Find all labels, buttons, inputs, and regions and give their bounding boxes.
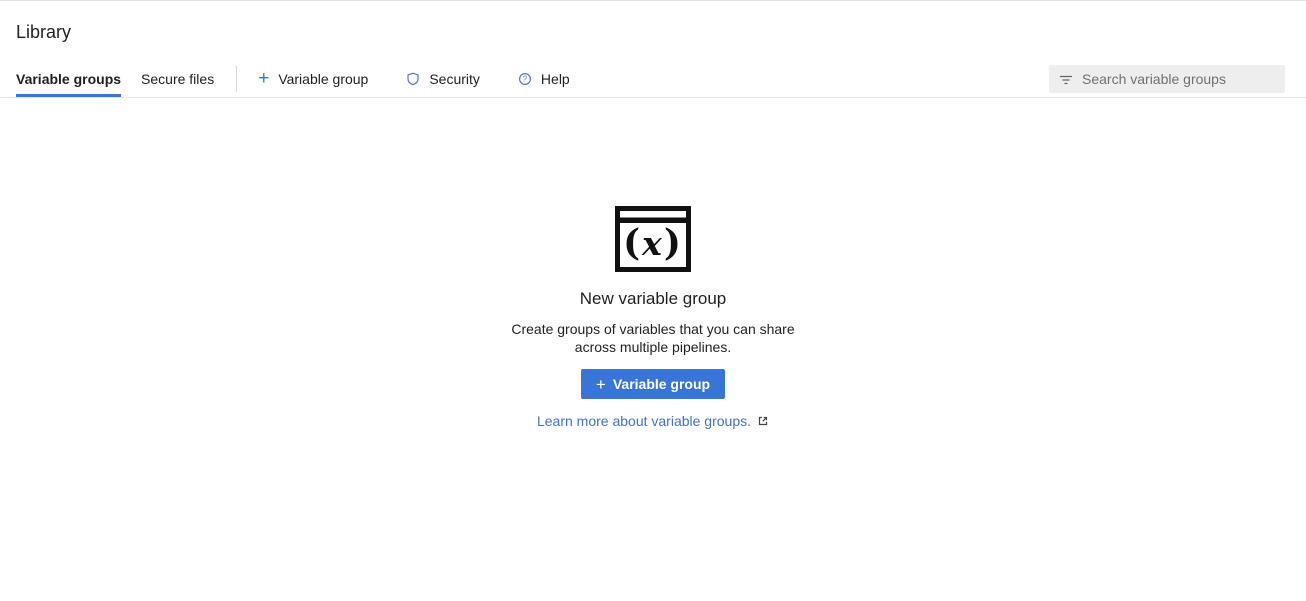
svg-text:?: ?	[523, 74, 528, 83]
search-input[interactable]	[1082, 71, 1275, 87]
empty-state-title: New variable group	[580, 289, 726, 309]
empty-state: (x) New variable group Create groups of …	[0, 206, 1306, 429]
security-label: Security	[429, 71, 480, 87]
search-box[interactable]	[1049, 65, 1285, 93]
shield-icon	[406, 72, 420, 86]
primary-button-label: Variable group	[613, 376, 710, 392]
add-variable-group-button[interactable]: + Variable group	[258, 60, 368, 97]
description-line-2: across multiple pipelines.	[575, 339, 731, 355]
library-page: Library Variable groups Secure files + V…	[0, 0, 1306, 601]
tab-variable-groups[interactable]: Variable groups	[16, 60, 121, 97]
security-button[interactable]: Security	[406, 60, 480, 97]
external-link-icon	[757, 415, 769, 427]
page-header: Library	[0, 1, 1306, 43]
learn-more-label: Learn more about variable groups.	[537, 413, 751, 429]
variable-group-primary-button[interactable]: + Variable group	[581, 369, 725, 399]
page-title: Library	[16, 21, 1290, 43]
tab-secure-files-label: Secure files	[141, 71, 214, 87]
plus-icon: +	[258, 72, 269, 86]
tab-command-bar: Variable groups Secure files + Variable …	[0, 60, 1306, 98]
help-icon: ?	[518, 72, 532, 86]
plus-icon: +	[596, 377, 606, 392]
help-label: Help	[541, 71, 570, 87]
toolbar-divider	[236, 66, 237, 92]
help-button[interactable]: ? Help	[518, 60, 570, 97]
variable-group-window-icon: (x)	[615, 206, 691, 272]
filter-icon	[1059, 72, 1073, 86]
description-line-1: Create groups of variables that you can …	[511, 321, 794, 337]
tab-secure-files[interactable]: Secure files	[141, 60, 214, 97]
add-variable-group-label: Variable group	[278, 71, 368, 87]
tab-variable-groups-label: Variable groups	[16, 71, 121, 87]
empty-state-description: Create groups of variables that you can …	[511, 321, 794, 356]
svg-text:(x): (x)	[623, 222, 683, 264]
learn-more-link[interactable]: Learn more about variable groups.	[537, 413, 769, 429]
